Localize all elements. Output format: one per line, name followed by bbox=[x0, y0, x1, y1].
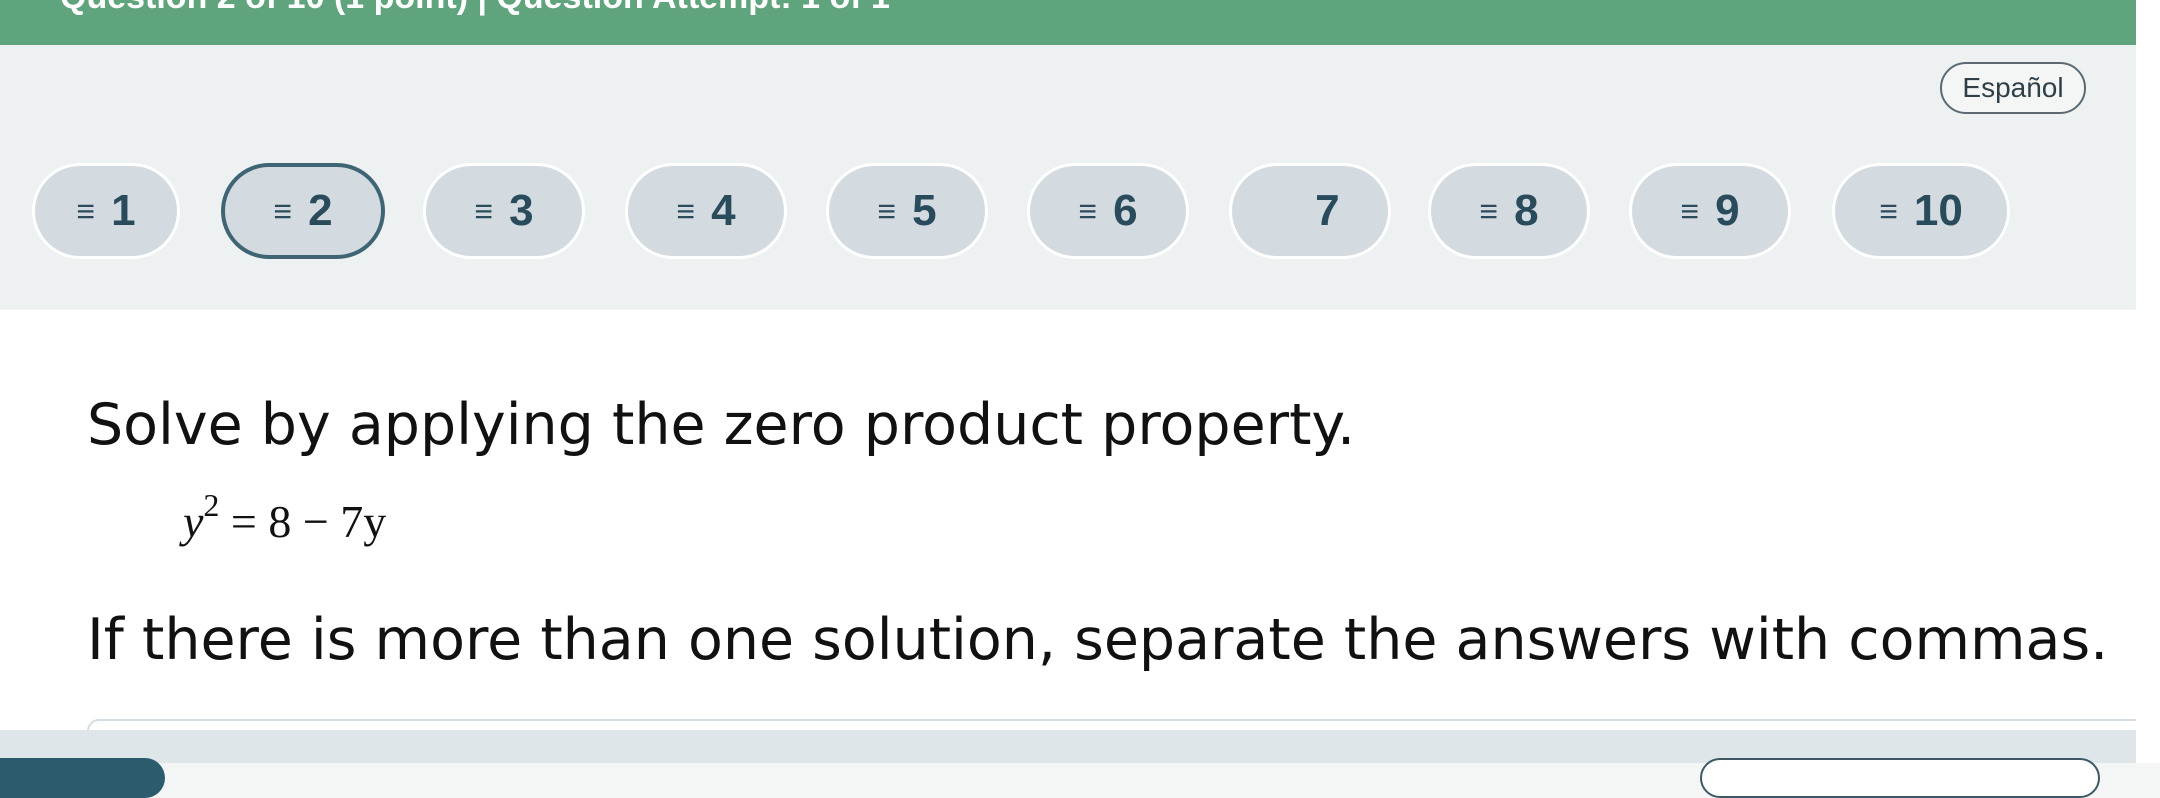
question-header-bar: Question 2 of 10 (1 point) | Question At… bbox=[0, 0, 2136, 45]
question-number: 10 bbox=[1913, 186, 1963, 235]
question-nav-button-8[interactable]: ≡ 8 bbox=[1428, 163, 1590, 259]
menu-lines-icon: ≡ bbox=[76, 192, 96, 229]
question-nav-button-6[interactable]: ≡ 6 bbox=[1027, 163, 1189, 259]
question-status-text: Question 2 of 10 (1 point) | Question At… bbox=[60, 0, 890, 17]
question-equation: y2 = 8 − 7y bbox=[183, 487, 387, 548]
question-note: If there is more than one solution, sepa… bbox=[87, 607, 2109, 673]
question-nav-button-5[interactable]: ≡ 5 bbox=[826, 163, 988, 259]
menu-lines-icon: ≡ bbox=[1680, 192, 1700, 229]
menu-lines-icon: ≡ bbox=[273, 192, 293, 229]
question-number: 8 bbox=[1514, 186, 1539, 235]
menu-lines-icon: ≡ bbox=[474, 192, 494, 229]
question-navigation: ≡ 1 ≡ 2 ≡ 3 ≡ 4 ≡ 5 ≡ 6 ≡ 7 ≡ 8 ≡ 9 ≡ 10 bbox=[0, 163, 2136, 259]
question-number: 1 bbox=[111, 186, 136, 235]
menu-lines-icon: ≡ bbox=[1879, 192, 1898, 229]
question-instruction: Solve by applying the zero product prope… bbox=[87, 392, 1356, 458]
footer-right-button[interactable] bbox=[1700, 758, 2100, 798]
question-nav-button-4[interactable]: ≡ 4 bbox=[625, 163, 787, 259]
footer-left-button[interactable] bbox=[0, 758, 165, 798]
equation-rhs: = 8 − 7y bbox=[230, 496, 387, 547]
question-nav-button-2[interactable]: ≡ 2 bbox=[221, 163, 385, 259]
question-number: 5 bbox=[912, 186, 937, 235]
question-number: 4 bbox=[711, 186, 736, 235]
menu-lines-icon: ≡ bbox=[1078, 192, 1098, 229]
question-number: 7 bbox=[1315, 186, 1340, 235]
language-toggle-button[interactable]: Español bbox=[1940, 62, 2086, 114]
menu-lines-icon: ≡ bbox=[877, 192, 897, 229]
equation-exponent: 2 bbox=[203, 487, 220, 523]
question-nav-button-1[interactable]: ≡ 1 bbox=[32, 163, 180, 259]
question-number: 3 bbox=[509, 186, 534, 235]
question-nav-button-7[interactable]: ≡ 7 bbox=[1229, 163, 1391, 259]
question-number: 6 bbox=[1113, 186, 1138, 235]
question-nav-button-9[interactable]: ≡ 9 bbox=[1629, 163, 1791, 259]
question-nav-button-3[interactable]: ≡ 3 bbox=[423, 163, 585, 259]
question-number: 2 bbox=[308, 186, 333, 235]
equation-variable: y bbox=[183, 496, 204, 547]
question-nav-button-10[interactable]: ≡ 10 bbox=[1832, 163, 2010, 259]
menu-lines-icon: ≡ bbox=[1479, 192, 1499, 229]
question-number: 9 bbox=[1715, 186, 1740, 235]
question-content: Solve by applying the zero product prope… bbox=[0, 310, 2160, 763]
menu-lines-icon: ≡ bbox=[676, 192, 696, 229]
page-right-edge bbox=[2136, 0, 2160, 763]
